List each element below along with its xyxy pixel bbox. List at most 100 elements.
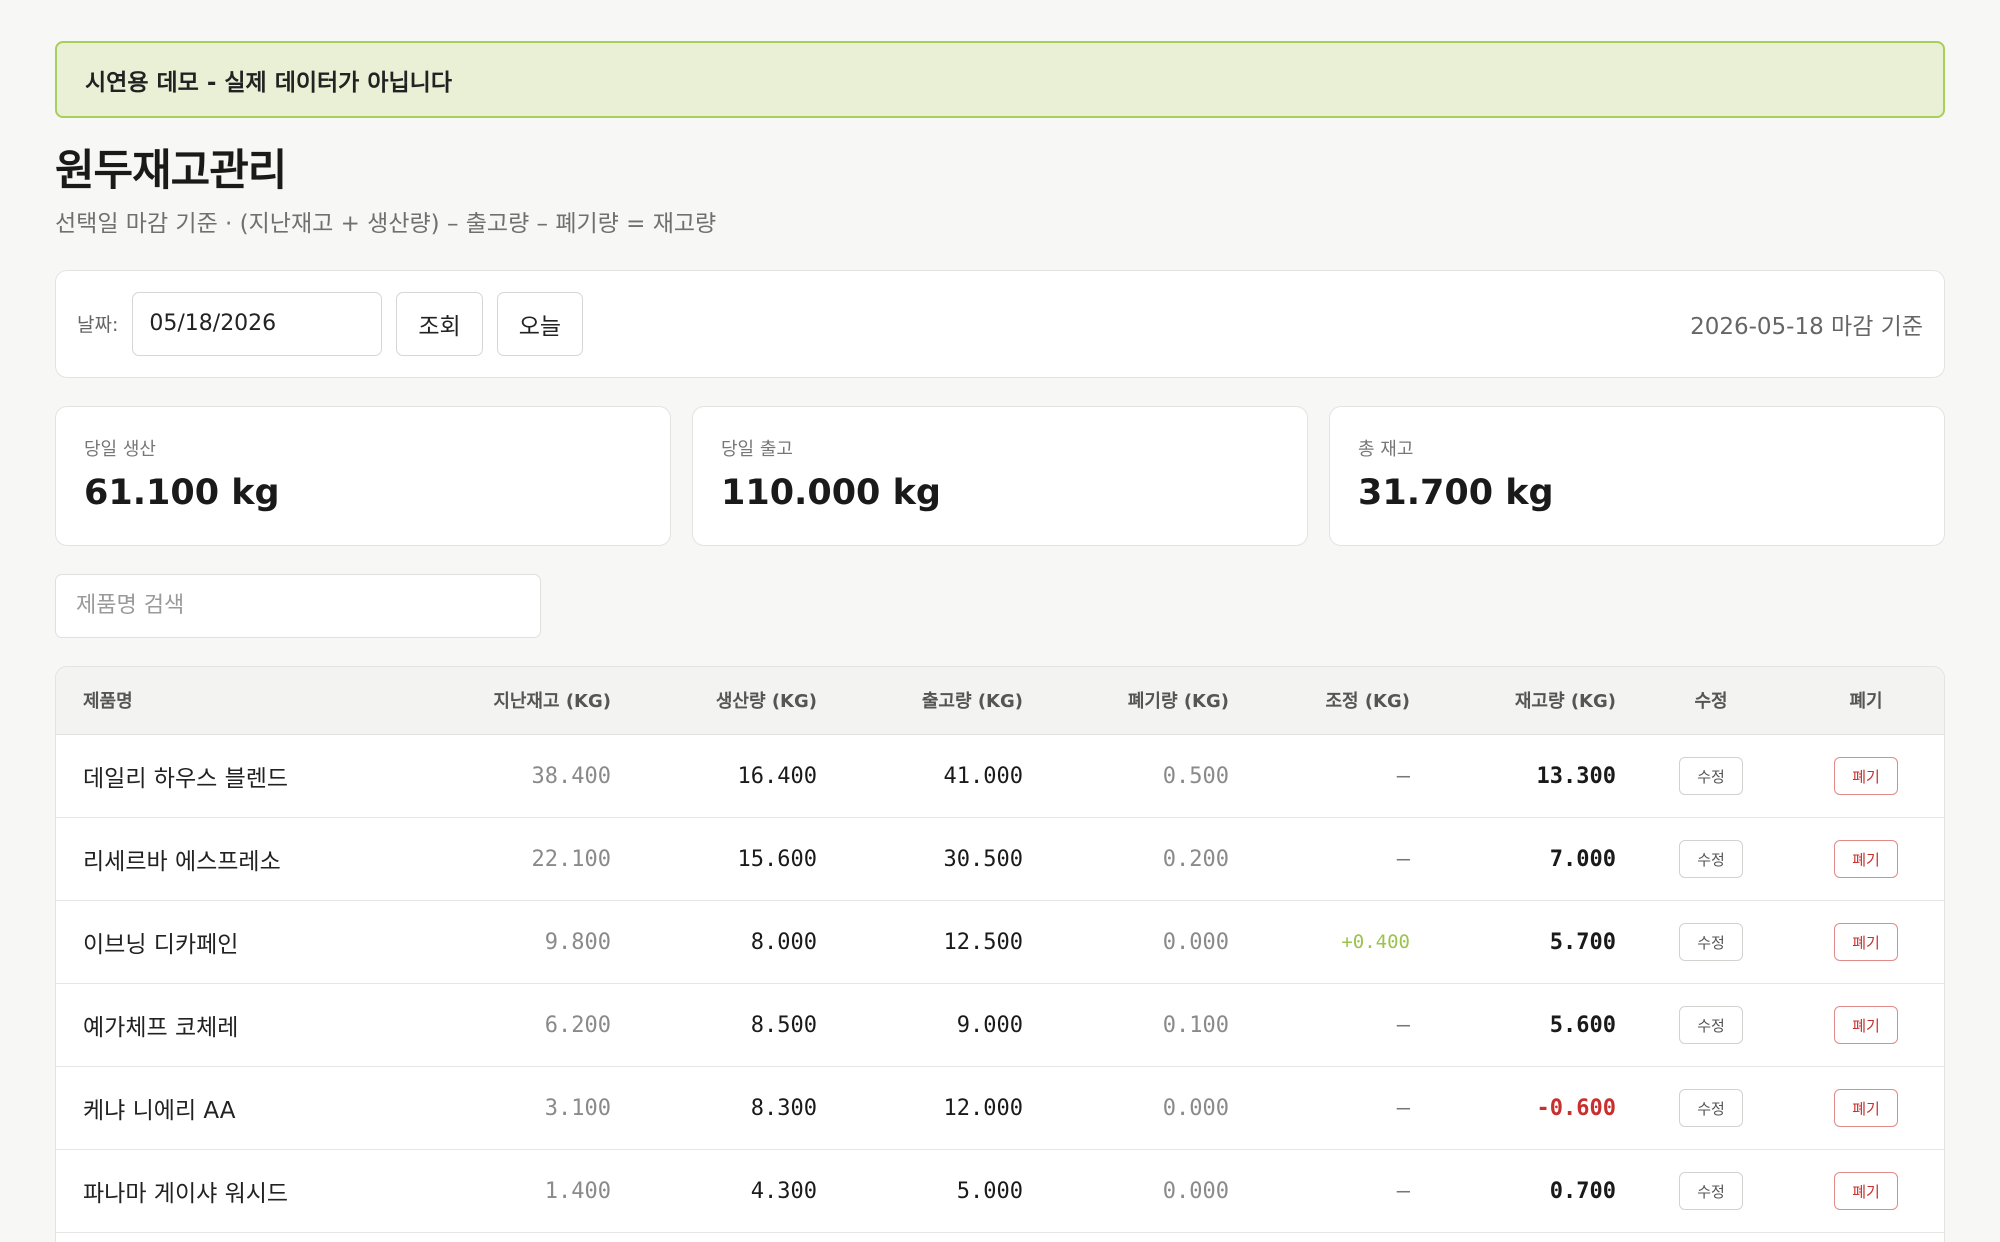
discard-button[interactable]: 폐기 [1834, 1089, 1898, 1128]
discard-button[interactable]: 폐기 [1834, 923, 1898, 962]
cell-edit: 수정 [1636, 984, 1786, 1067]
edit-button[interactable]: 수정 [1679, 923, 1743, 962]
cell-edit: 수정 [1636, 1067, 1786, 1150]
cell-waste: 0.000 [1162, 929, 1229, 955]
edit-button[interactable]: 수정 [1679, 1006, 1743, 1045]
summary-card-value: 31.700 kg [1358, 472, 1554, 513]
summary-card-value: 110.000 kg [721, 472, 941, 513]
cell-shipment: 12.500 [943, 929, 1023, 955]
table-row: 케냐 니에리 AA 3.100 8.300 12.000 0.000 – -0.600 수정 폐… [56, 1067, 1944, 1150]
cell-discard: 폐기 [1786, 901, 1944, 984]
cell-production: 8.500 [750, 1012, 817, 1038]
cell-edit: 수정 [1636, 1150, 1786, 1233]
cell-shipment: 5.000 [956, 1178, 1023, 1204]
cell-waste: 0.500 [1162, 763, 1229, 789]
cell-waste: 0.100 [1162, 1012, 1229, 1038]
cell-prev-stock: 38.400 [531, 763, 611, 789]
cell-production: 8.300 [750, 1095, 817, 1121]
closing-basis-text: 2026-05-18 마감 기준 [1690, 313, 1923, 340]
page-subtitle: 선택일 마감 기준 · (지난재고 + 생산량) – 출고량 – 폐기량 = 재… [55, 210, 717, 237]
cell-prev-stock: 1.400 [544, 1178, 611, 1204]
cell-stock: 7.000 [1549, 846, 1616, 872]
column-header-production: 생산량 (KG) [631, 666, 837, 736]
cell-stock: 0.700 [1549, 1178, 1616, 1204]
cell-discard: 폐기 [1786, 1067, 1944, 1150]
cell-shipment: 9.000 [956, 1012, 1023, 1038]
edit-button[interactable]: 수정 [1679, 840, 1743, 879]
column-header-discard: 폐기 [1786, 666, 1944, 736]
date-toolbar: 날짜: 조회 오늘 2026-05-18 마감 기준 [55, 269, 1945, 378]
cell-product-name: 이브닝 디카페인 [83, 932, 239, 959]
discard-button[interactable]: 폐기 [1834, 1172, 1898, 1211]
cell-product-name: 리세르바 에스프레소 [83, 849, 281, 876]
summary-card-production: 당일 생산 61.100 kg [55, 405, 671, 546]
demo-banner-text: 시연용 데모 - 실제 데이터가 아닙니다 [85, 69, 452, 96]
summary-card-total-stock: 총 재고 31.700 kg [1329, 405, 1945, 546]
cell-prev-stock: 9.800 [544, 929, 611, 955]
cell-shipment: 12.000 [943, 1095, 1023, 1121]
product-search-input[interactable] [55, 573, 541, 638]
column-header-adjustment: 조정 (KG) [1249, 666, 1430, 736]
date-label: 날짜: [77, 314, 119, 337]
today-button[interactable]: 오늘 [496, 291, 584, 356]
summary-card-label: 총 재고 [1358, 438, 1414, 460]
cell-discard: 폐기 [1786, 818, 1944, 901]
cell-prev-stock: 22.100 [531, 846, 611, 872]
cell-product-name: 케냐 니에리 AA [83, 1098, 236, 1125]
cell-adjustment: +0.400 [1341, 931, 1410, 954]
table-row: 이브닝 디카페인 9.800 8.000 12.500 0.000 +0.400 5.700… [56, 901, 1944, 984]
page-title: 원두재고관리 [55, 146, 287, 196]
column-header-stock: 재고량 (KG) [1430, 666, 1636, 736]
cell-waste: 0.200 [1162, 846, 1229, 872]
cell-stock: 13.300 [1536, 763, 1616, 789]
column-header-waste: 폐기량 (KG) [1043, 666, 1249, 736]
edit-button[interactable]: 수정 [1679, 1089, 1743, 1128]
cell-product-name: 파나마 게이샤 워시드 [83, 1181, 289, 1208]
cell-shipment: 30.500 [943, 846, 1023, 872]
cell-stock: 5.700 [1549, 929, 1616, 955]
column-header-edit: 수정 [1636, 666, 1786, 736]
cell-production: 8.000 [750, 929, 817, 955]
demo-banner: 시연용 데모 - 실제 데이터가 아닙니다 [55, 41, 1945, 118]
discard-button[interactable]: 폐기 [1834, 757, 1898, 796]
cell-discard: 폐기 [1786, 1150, 1944, 1233]
cell-edit: 수정 [1636, 735, 1786, 818]
column-header-shipment: 출고량 (KG) [837, 666, 1043, 736]
table-body: 데일리 하우스 블렌드 38.400 16.400 41.000 0.500 – 13.30… [56, 735, 1944, 1233]
column-header-product: 제품명 [56, 666, 426, 736]
cell-product-name: 데일리 하우스 블렌드 [83, 766, 289, 793]
inventory-table: 제품명 지난재고 (KG) 생산량 (KG) 출고량 (KG) 폐기량 (KG)… [55, 665, 1945, 1242]
cell-production: 16.400 [737, 763, 817, 789]
column-header-prev-stock: 지난재고 (KG) [426, 666, 631, 736]
cell-product-name: 예가체프 코체레 [83, 1015, 239, 1042]
cell-adjustment: – [1396, 1178, 1410, 1204]
edit-button[interactable]: 수정 [1679, 1172, 1743, 1211]
cell-edit: 수정 [1636, 818, 1786, 901]
table-header-row: 제품명 지난재고 (KG) 생산량 (KG) 출고량 (KG) 폐기량 (KG)… [56, 666, 1944, 736]
cell-adjustment: – [1396, 1095, 1410, 1121]
page: 시연용 데모 - 실제 데이터가 아닙니다 원두재고관리 선택일 마감 기준 ·… [55, 41, 1945, 1242]
cell-edit: 수정 [1636, 901, 1786, 984]
table-row: 예가체프 코체레 6.200 8.500 9.000 0.100 – 5.600 수정 폐기 [56, 984, 1944, 1067]
cell-waste: 0.000 [1162, 1095, 1229, 1121]
cell-prev-stock: 3.100 [544, 1095, 611, 1121]
query-button[interactable]: 조회 [396, 291, 483, 356]
cell-adjustment: – [1396, 846, 1410, 872]
cell-stock: 5.600 [1549, 1012, 1616, 1038]
edit-button[interactable]: 수정 [1679, 757, 1743, 796]
discard-button[interactable]: 폐기 [1834, 840, 1898, 879]
summary-card-label: 당일 생산 [84, 438, 156, 460]
cell-stock: -0.600 [1536, 1095, 1616, 1121]
discard-button[interactable]: 폐기 [1834, 1006, 1898, 1045]
date-input[interactable] [132, 291, 383, 356]
cell-adjustment: – [1396, 763, 1410, 789]
cell-production: 15.600 [737, 846, 817, 872]
cell-production: 4.300 [750, 1178, 817, 1204]
table-row: 리세르바 에스프레소 22.100 15.600 30.500 0.200 – 7.000 수… [56, 818, 1944, 901]
cell-shipment: 41.000 [943, 763, 1023, 789]
cell-discard: 폐기 [1786, 735, 1944, 818]
summary-card-shipment: 당일 출고 110.000 kg [692, 405, 1308, 546]
summary-cards: 당일 생산 61.100 kg 당일 출고 110.000 kg 총 재고 31… [55, 405, 1945, 546]
summary-card-label: 당일 출고 [721, 438, 793, 460]
cell-adjustment: – [1396, 1012, 1410, 1038]
